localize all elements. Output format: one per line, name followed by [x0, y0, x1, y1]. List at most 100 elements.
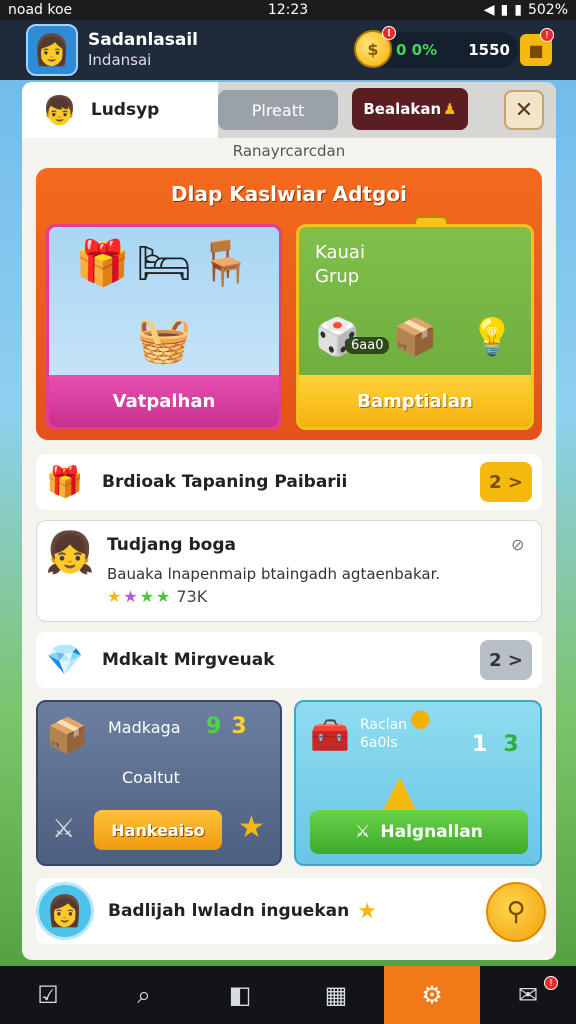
cube-icon: 📦: [46, 716, 89, 756]
featured-left-button[interactable]: Vatpalhan: [49, 375, 279, 427]
mission-right-green-count: 3: [503, 732, 519, 757]
nav-tasks[interactable]: ☑: [0, 966, 96, 1024]
featured-right-title: Kauai Grup: [315, 241, 365, 289]
nav-map[interactable]: ◧: [192, 966, 288, 1024]
gift-icon: ■: [528, 40, 544, 60]
featured-right-count: 6aa0: [345, 337, 390, 354]
mission-right-white-count: 1: [472, 732, 488, 757]
info-icon[interactable]: ⊘: [511, 535, 524, 554]
mission-left-button[interactable]: Hankeaiso: [94, 810, 222, 850]
carrier-label: noad koe: [8, 2, 73, 18]
nav-search[interactable]: ⌕: [96, 966, 192, 1024]
star-icon: ★: [357, 898, 377, 924]
chest-icon: 🧰: [310, 716, 350, 754]
section-subtitle: Ranayrcarcdan: [232, 142, 346, 160]
featured-right-button[interactable]: Bamptialan: [299, 375, 531, 427]
mission-right-counts: 1 3: [472, 732, 519, 757]
bottom-nav: ☑ ⌕ ◧ ▦ ⚙ ✉ !: [0, 966, 576, 1024]
map-icon: ◧: [228, 981, 252, 1009]
gem-box-icon: 💎: [46, 642, 84, 678]
battery-icon: ▮: [514, 2, 522, 18]
star-icon: ★: [156, 587, 171, 606]
featured-card-left[interactable]: 🎁 🛏 🪑 🧺 Vatpalhan: [46, 224, 282, 430]
mail-icon: ✉: [517, 981, 539, 1009]
list-item-missions[interactable]: 💎 Mdkalt Mirgveuak 2 >: [36, 632, 542, 688]
quest-title: Tudjang boga: [107, 535, 236, 555]
clock: 12:23: [267, 2, 309, 18]
checklist-icon: ☑: [37, 981, 59, 1009]
status-bar: noad koe 12:23 ◀ ▮ ▮ 502%: [0, 0, 576, 20]
mission-right-button[interactable]: ⚔ Halgnallan: [310, 810, 528, 854]
sword-icon: ⚔: [52, 814, 76, 844]
avatar-face-icon: 👩: [33, 32, 71, 68]
mission-left-counts: 9 3: [206, 714, 247, 739]
featured-title: Dlap Kaslwiar Adtgoi: [171, 182, 407, 206]
tab-third-label: Bealakan: [363, 100, 442, 118]
mission-left-yellow-count: 3: [231, 714, 247, 739]
mission-left-green-count: 9: [206, 714, 222, 739]
list-item-gifts-button[interactable]: 2 >: [480, 462, 532, 502]
mail-alert-badge: !: [544, 976, 558, 990]
list-item-gifts[interactable]: 🎁 Brdioak Tapaning Paibarii 2 >: [36, 454, 542, 510]
close-button[interactable]: ✕: [504, 90, 544, 130]
list-item-gifts-title: Brdioak Tapaning Paibarii: [102, 472, 348, 492]
gift-box-icon: 🎁: [46, 464, 84, 500]
quest-card[interactable]: 👧 Tudjang boga Bauaka lnapenmaip btainga…: [36, 520, 542, 622]
pin-drop-icon: ⚲: [506, 897, 526, 927]
tab-third[interactable]: Bealakan ♟: [352, 88, 468, 130]
nav-mail[interactable]: ✉ !: [480, 966, 576, 1024]
shop-button[interactable]: ■ !: [520, 28, 554, 66]
quest-character-icon: 👧: [45, 530, 95, 576]
list-item-reward-title: Badlijah lwladn inguekan: [108, 901, 350, 921]
player-subtitle: Indansai: [88, 51, 152, 69]
tab-profile-label: Ludsyp: [90, 100, 160, 120]
star-icon: ★: [107, 587, 122, 606]
featured-right-title-2: Grup: [315, 266, 360, 287]
star-icon: ★: [238, 810, 265, 845]
wifi-icon: ◀: [483, 2, 495, 18]
sword-icon: ⚔: [355, 822, 371, 842]
mission-right-title: Raclan 6a0ls: [360, 716, 407, 752]
list-item-missions-title: Mdkalt Mirgveuak: [102, 650, 275, 670]
mission-card-left[interactable]: 📦 Madkaga 9 3 Coaltut ⚔ Hankeaiso ★: [36, 700, 282, 866]
battery-label: 502%: [527, 2, 569, 18]
tab-third-icon: ♟: [443, 100, 457, 118]
mission-left-title: Madkaga: [108, 718, 181, 737]
tab-avatar-icon: 👦: [42, 93, 77, 127]
nav-stats[interactable]: ▦: [288, 966, 384, 1024]
currency-amount: 1550: [468, 41, 510, 59]
shop-alert-badge: !: [540, 28, 554, 42]
player-avatar[interactable]: 👩: [26, 24, 78, 76]
reward-action-button[interactable]: ⚲: [486, 882, 546, 942]
items-art-icon: 🎲 📦 💡: [315, 317, 515, 358]
featured-banner: Dlap Kaslwiar Adtgoi ▲ 🎁🛏🪑🧺 Vatpalhan Ka…: [36, 168, 542, 440]
mission-right-title-1: Raclan: [360, 717, 408, 733]
featured-right-title-1: Kauai: [315, 242, 365, 263]
nav-home[interactable]: ⚙: [384, 966, 480, 1024]
tab-profile[interactable]: 👦 Ludsyp: [22, 82, 218, 138]
quest-rating: ★ ★ ★ ★ 73K: [107, 587, 207, 606]
signal-icon: ▮: [500, 2, 509, 18]
quest-count: 73K: [176, 587, 208, 606]
mission-right-button-label: Halgnallan: [380, 822, 483, 842]
star-icon: ★: [123, 587, 138, 606]
tab-row: 👦 Ludsyp Plreatt Bealakan ♟ ✕: [22, 82, 556, 138]
currency-box[interactable]: $ ! 0 0% 1550: [354, 26, 518, 68]
chart-icon: ▦: [324, 981, 348, 1009]
furniture-art-icon: 🎁 🛏 🪑 🧺: [75, 237, 253, 366]
mission-card-right[interactable]: 🧰 Raclan 6a0ls ● 1 3 ▲ ⚔ Halgnallan: [294, 700, 542, 866]
mission-right-title-2: 6a0ls: [360, 735, 398, 751]
mission-left-sub: Coaltut: [122, 768, 180, 787]
status-icons: ◀ ▮ ▮ 502%: [381, 2, 568, 18]
featured-card-right[interactable]: Kauai Grup 🎲 📦 💡 6aa0 Bamptialan: [296, 224, 534, 430]
tab-second[interactable]: Plreatt: [218, 90, 338, 130]
list-item-reward[interactable]: 👩 Badlijah lwladn inguekan ★ ⚲: [36, 878, 546, 944]
gear-icon: ⚙: [421, 981, 443, 1009]
main-panel: 👦 Ludsyp Plreatt Bealakan ♟ ✕ Ranayrcarc…: [22, 82, 556, 960]
app-header: 👩 Sadanlasail Indansai $ ! 0 0% 1550 ■ !: [0, 20, 576, 80]
quest-description: Bauaka lnapenmaip btaingadh agtaenbakar.: [107, 565, 441, 583]
list-item-missions-button[interactable]: 2 >: [480, 640, 532, 680]
coin-alert-badge: !: [382, 26, 396, 40]
player-name: Sadanlasail: [88, 30, 199, 50]
star-icon: ★: [139, 587, 155, 606]
